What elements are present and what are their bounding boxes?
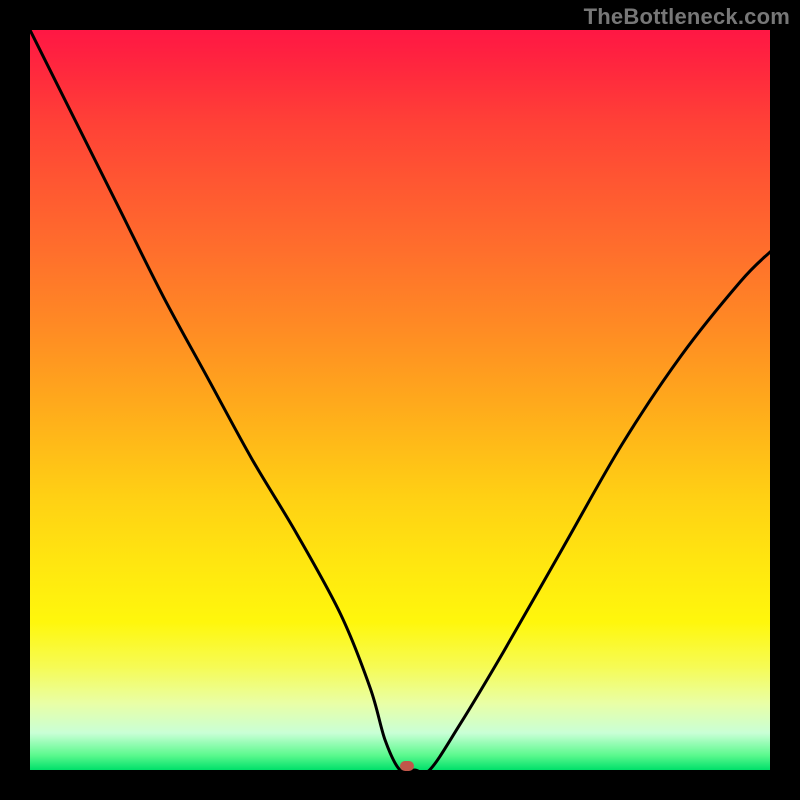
curve-layer — [30, 30, 770, 770]
bottleneck-curve — [30, 30, 770, 770]
chart-frame: TheBottleneck.com — [0, 0, 800, 800]
watermark-text: TheBottleneck.com — [584, 4, 790, 30]
plot-area — [30, 30, 770, 770]
optimal-point-marker — [400, 761, 414, 771]
